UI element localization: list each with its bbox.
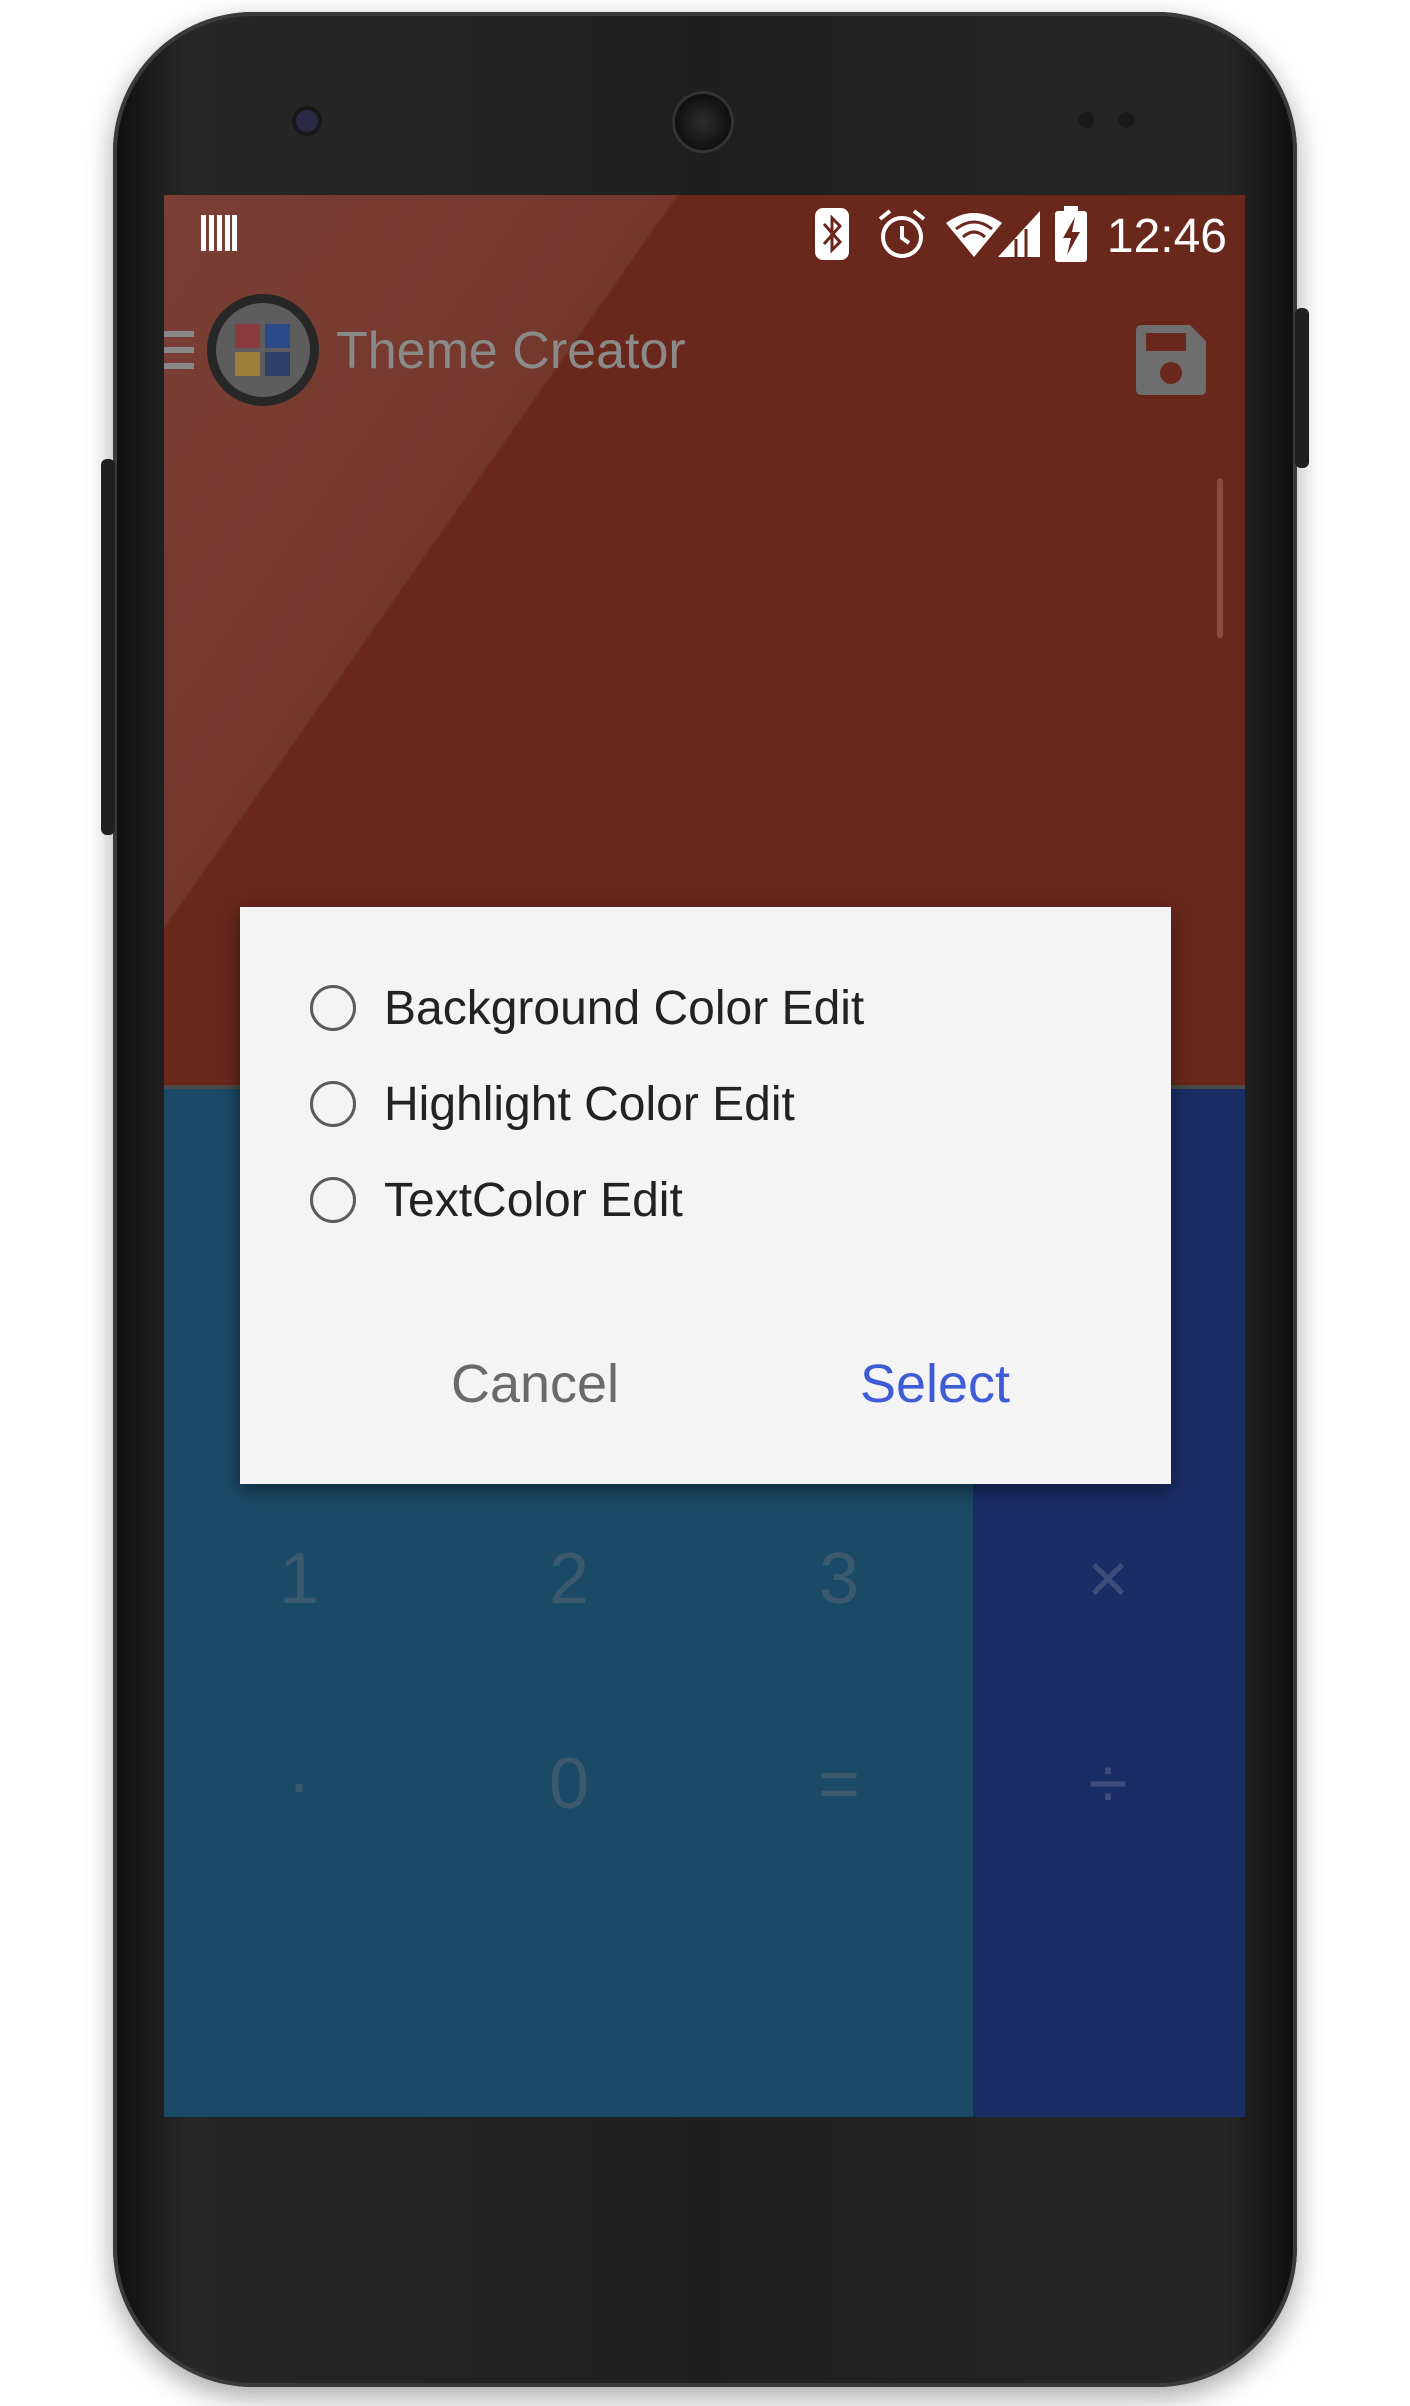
- save-icon[interactable]: [1134, 323, 1208, 397]
- speaker-grille-icon: [675, 94, 731, 150]
- barcode-icon: [201, 215, 237, 251]
- menu-icon[interactable]: [164, 327, 194, 373]
- sensor-icon: [1078, 112, 1094, 128]
- color-edit-dialog: Background Color Edit Highlight Color Ed…: [240, 907, 1171, 1484]
- sensor-icon: [1118, 112, 1134, 128]
- select-button[interactable]: Select: [810, 1339, 1060, 1429]
- option-background-color-edit[interactable]: Background Color Edit: [310, 978, 864, 1038]
- radio-button[interactable]: [310, 1177, 356, 1223]
- option-textcolor-edit[interactable]: TextColor Edit: [310, 1170, 683, 1230]
- front-camera-icon: [296, 110, 318, 132]
- alarm-icon: [878, 209, 926, 258]
- battery-charging-icon: [1055, 206, 1087, 262]
- calculator-logo-icon[interactable]: [204, 291, 322, 409]
- signal-icon: [998, 211, 1040, 257]
- scroll-indicator: [1217, 478, 1223, 638]
- option-label: Highlight Color Edit: [384, 1077, 795, 1131]
- power-button: [1295, 308, 1309, 468]
- option-label: Background Color Edit: [384, 981, 865, 1035]
- key-decimal[interactable]: ·: [164, 1681, 434, 1886]
- status-bar: 12:46: [164, 195, 1245, 283]
- app-toolbar: Theme Creator: [164, 283, 1245, 423]
- key-2[interactable]: 2: [434, 1476, 704, 1681]
- key-divide[interactable]: ÷: [973, 1681, 1243, 1886]
- app-title: Theme Creator: [336, 322, 686, 380]
- wifi-icon: [946, 213, 1002, 257]
- option-highlight-color-edit[interactable]: Highlight Color Edit: [310, 1074, 795, 1134]
- status-time: 12:46: [1106, 210, 1227, 263]
- key-1[interactable]: 1: [164, 1476, 434, 1681]
- bluetooth-icon: [815, 208, 849, 260]
- key-0[interactable]: 0: [434, 1681, 704, 1886]
- phone-screen: 12:46 Theme Creator 4 5 6: [164, 195, 1245, 2117]
- key-multiply[interactable]: ×: [973, 1476, 1243, 1681]
- radio-button[interactable]: [310, 985, 356, 1031]
- key-3[interactable]: 3: [704, 1476, 974, 1681]
- volume-button: [101, 459, 115, 835]
- cancel-button[interactable]: Cancel: [410, 1339, 660, 1429]
- option-label: TextColor Edit: [384, 1173, 683, 1227]
- radio-button[interactable]: [310, 1081, 356, 1127]
- key-equals[interactable]: =: [704, 1681, 974, 1886]
